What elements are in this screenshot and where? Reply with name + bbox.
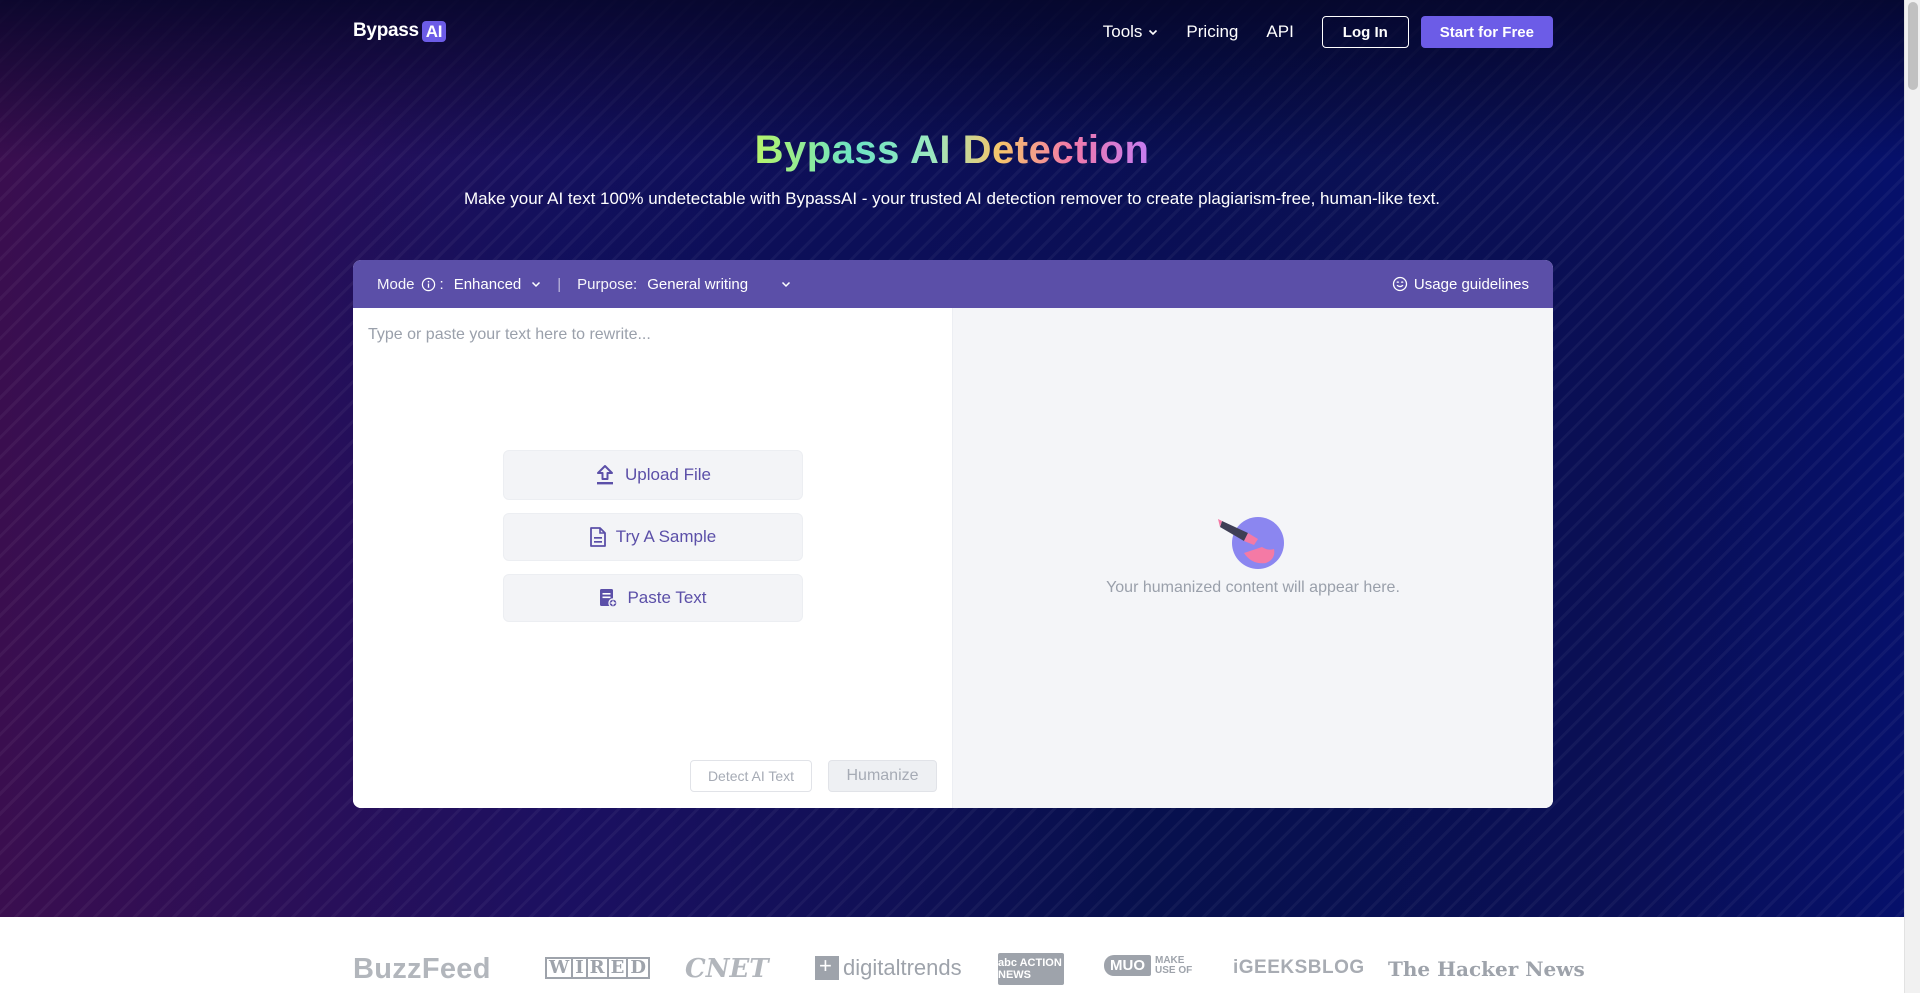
digitaltrends-text: digitaltrends	[843, 955, 962, 980]
page-title-text: Bypass AI Detection	[754, 128, 1150, 172]
editor-panes: Upload File Try A Sample Paste Text Dete…	[353, 308, 1553, 808]
start-free-button[interactable]: Start for Free	[1420, 16, 1553, 48]
top-nav: Bypass AI Tools Pricing API Log In Start…	[353, 16, 1553, 48]
text-input[interactable]	[368, 326, 938, 386]
detect-ai-button[interactable]: Detect AI Text	[690, 760, 812, 792]
wired-letter: D	[626, 957, 650, 979]
humanize-button[interactable]: Humanize	[828, 760, 937, 792]
paste-text-button[interactable]: Paste Text	[503, 574, 803, 622]
wired-logo: W I R E D	[545, 957, 650, 979]
scrollbar-thumb[interactable]	[1908, 2, 1918, 90]
usage-guidelines-label: Usage guidelines	[1413, 275, 1529, 293]
nav-pricing[interactable]: Pricing	[1186, 22, 1238, 42]
wired-letter: W	[545, 957, 574, 979]
input-pane: Upload File Try A Sample Paste Text Dete…	[353, 308, 953, 808]
nav-api[interactable]: API	[1266, 22, 1293, 42]
muo-mark: MUO	[1104, 955, 1151, 976]
paste-text-label: Paste Text	[627, 588, 707, 607]
purpose-label: Purpose:	[577, 275, 638, 293]
wired-letter: R	[585, 957, 609, 979]
purpose-selector[interactable]: Purpose: General writing	[577, 276, 791, 293]
output-pane: Your humanized content will appear here.	[953, 308, 1553, 808]
cnet-logo: CNET	[685, 954, 769, 984]
output-placeholder-text: Your humanized content will appear here.	[1106, 579, 1400, 596]
smile-icon	[1392, 276, 1408, 292]
nav-tools-label: Tools	[1102, 22, 1143, 41]
mode-colon: :	[439, 275, 444, 293]
chevron-down-icon	[532, 281, 541, 288]
document-icon	[589, 527, 606, 547]
mode-label: Mode	[377, 275, 415, 293]
pencil-illustration-icon	[1218, 517, 1284, 569]
digitaltrends-logo: digitaltrends	[815, 953, 962, 981]
digitaltrends-mark-icon	[815, 953, 839, 980]
igeeksblog-logo: iGEEKSBLOG	[1233, 957, 1365, 978]
upload-file-button[interactable]: Upload File	[503, 450, 803, 500]
nav-links: Tools Pricing API Log In Start for Free	[1103, 16, 1553, 48]
abc-news-logo: abc ACTION NEWS	[998, 953, 1064, 985]
upload-icon	[597, 465, 613, 485]
chevron-down-icon	[782, 281, 791, 288]
page-scrollbar[interactable]	[1904, 0, 1920, 993]
editor-toolbar: Mode : Enhanced | Purpose: General writi…	[353, 260, 1553, 308]
upload-file-label: Upload File	[625, 465, 711, 484]
mode-value: Enhanced	[453, 275, 522, 293]
chevron-down-icon	[1149, 29, 1158, 36]
try-sample-label: Try A Sample	[615, 527, 717, 546]
nav-tools[interactable]: Tools	[1103, 22, 1159, 42]
logo-text: Bypass	[353, 20, 419, 41]
login-button[interactable]: Log In	[1321, 16, 1409, 48]
page-title: Bypass AI Detection	[0, 128, 1904, 173]
editor-card: Mode : Enhanced | Purpose: General writi…	[353, 260, 1553, 808]
press-logo-strip: BuzzFeed W I R E D CNET digitaltrends ab…	[0, 917, 1904, 993]
mode-selector[interactable]: Mode : Enhanced	[377, 276, 541, 293]
try-sample-button[interactable]: Try A Sample	[503, 513, 803, 561]
brand-logo[interactable]: Bypass AI	[353, 20, 447, 42]
muo-logo: MUO MAKE USE OF	[1104, 955, 1195, 976]
muo-subtext: MAKE USE OF	[1155, 954, 1193, 976]
purpose-value: General writing	[647, 275, 749, 293]
hacker-news-logo: The Hacker News	[1388, 957, 1585, 981]
page-subtitle: Make your AI text 100% undetectable with…	[463, 189, 1441, 208]
logo-badge: AI	[421, 20, 447, 42]
paste-icon	[600, 589, 618, 608]
usage-guidelines-link[interactable]: Usage guidelines	[1392, 260, 1529, 308]
wired-letter: E	[606, 957, 629, 979]
info-icon[interactable]	[421, 277, 436, 292]
buzzfeed-logo: BuzzFeed	[353, 953, 491, 985]
toolbar-separator: |	[557, 275, 562, 293]
